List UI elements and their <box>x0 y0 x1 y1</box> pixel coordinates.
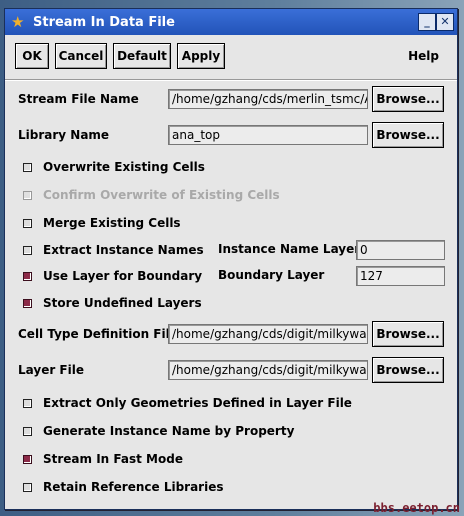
help-button[interactable]: Help <box>408 49 439 63</box>
retain-reference-libraries-checkbox[interactable]: Retain Reference Libraries <box>23 479 224 495</box>
checkbox-label: Extract Only Geometries Defined in Layer… <box>43 396 352 410</box>
cell-type-file-label: Cell Type Definition File <box>18 327 178 341</box>
checkbox-indicator[interactable] <box>23 398 32 408</box>
cell-type-file-field[interactable]: /home/gzhang/cds/digit/milkyway/g <box>168 324 368 344</box>
stream-in-dialog: ★ Stream In Data File _ ✕ OK Cancel Defa… <box>4 8 458 510</box>
browse-cell-type-button[interactable]: Browse... <box>372 321 444 347</box>
minimize-button[interactable]: _ <box>418 13 436 31</box>
toolbar: OK Cancel Default Apply Help <box>15 43 447 71</box>
checkbox-indicator[interactable] <box>23 245 32 255</box>
generate-instance-name-checkbox[interactable]: Generate Instance Name by Property <box>23 423 294 439</box>
layer-file-label: Layer File <box>18 363 84 377</box>
divider <box>5 79 457 81</box>
checkbox-indicator[interactable] <box>23 426 32 436</box>
layer-file-field[interactable]: /home/gzhang/cds/digit/milkyway/g <box>168 360 368 380</box>
checkbox-label: Generate Instance Name by Property <box>43 424 295 438</box>
boundary-layer-field[interactable]: 127 <box>356 266 445 286</box>
checkbox-indicator[interactable] <box>23 271 32 281</box>
title-bar: ★ Stream In Data File _ ✕ <box>5 9 457 35</box>
extract-instance-names-checkbox[interactable]: Extract Instance Names <box>23 242 204 258</box>
checkbox-label: Store Undefined Layers <box>43 296 202 310</box>
extract-only-geometries-checkbox[interactable]: Extract Only Geometries Defined in Layer… <box>23 395 352 411</box>
checkbox-indicator[interactable] <box>23 298 32 308</box>
checkbox-label: Retain Reference Libraries <box>43 480 224 494</box>
browse-library-button[interactable]: Browse... <box>372 122 444 148</box>
checkbox-label: Merge Existing Cells <box>43 216 181 230</box>
boundary-layer-label: Boundary Layer <box>218 268 325 282</box>
checkbox-indicator[interactable] <box>23 482 32 492</box>
overwrite-existing-checkbox[interactable]: Overwrite Existing Cells <box>23 159 205 175</box>
use-layer-boundary-checkbox[interactable]: Use Layer for Boundary <box>23 268 202 284</box>
browse-layer-file-button[interactable]: Browse... <box>372 357 444 383</box>
ok-button[interactable]: OK <box>15 43 49 69</box>
checkbox-label: Confirm Overwrite of Existing Cells <box>43 188 280 202</box>
checkbox-label: Extract Instance Names <box>43 243 204 257</box>
store-undefined-layers-checkbox[interactable]: Store Undefined Layers <box>23 295 202 311</box>
checkbox-label: Use Layer for Boundary <box>43 269 203 283</box>
checkbox-label: Stream In Fast Mode <box>43 452 183 466</box>
cancel-button[interactable]: Cancel <box>55 43 107 69</box>
library-name-label: Library Name <box>18 128 110 142</box>
stream-in-fast-mode-checkbox[interactable]: Stream In Fast Mode <box>23 451 183 467</box>
window-title: Stream In Data File <box>33 14 175 30</box>
close-button[interactable]: ✕ <box>436 13 454 31</box>
star-icon: ★ <box>11 13 25 31</box>
confirm-overwrite-checkbox: Confirm Overwrite of Existing Cells <box>23 187 280 203</box>
browse-stream-file-button[interactable]: Browse... <box>372 86 444 112</box>
stream-file-label: Stream File Name <box>18 92 139 106</box>
checkbox-indicator[interactable] <box>23 454 32 464</box>
instance-name-layer-label: Instance Name Layer <box>218 242 361 256</box>
checkbox-indicator[interactable] <box>23 218 32 228</box>
watermark: bbs.eetop.cn <box>373 501 460 515</box>
apply-button[interactable]: Apply <box>177 43 225 69</box>
merge-existing-checkbox[interactable]: Merge Existing Cells <box>23 215 181 231</box>
checkbox-indicator <box>23 190 32 200</box>
instance-name-layer-field[interactable]: 0 <box>356 240 445 260</box>
checkbox-label: Overwrite Existing Cells <box>43 160 205 174</box>
default-button[interactable]: Default <box>113 43 171 69</box>
checkbox-indicator[interactable] <box>23 162 32 172</box>
stream-file-field[interactable]: /home/gzhang/cds/merlin_tsmc/AN <box>168 89 368 109</box>
library-name-field[interactable]: ana_top <box>168 125 368 145</box>
